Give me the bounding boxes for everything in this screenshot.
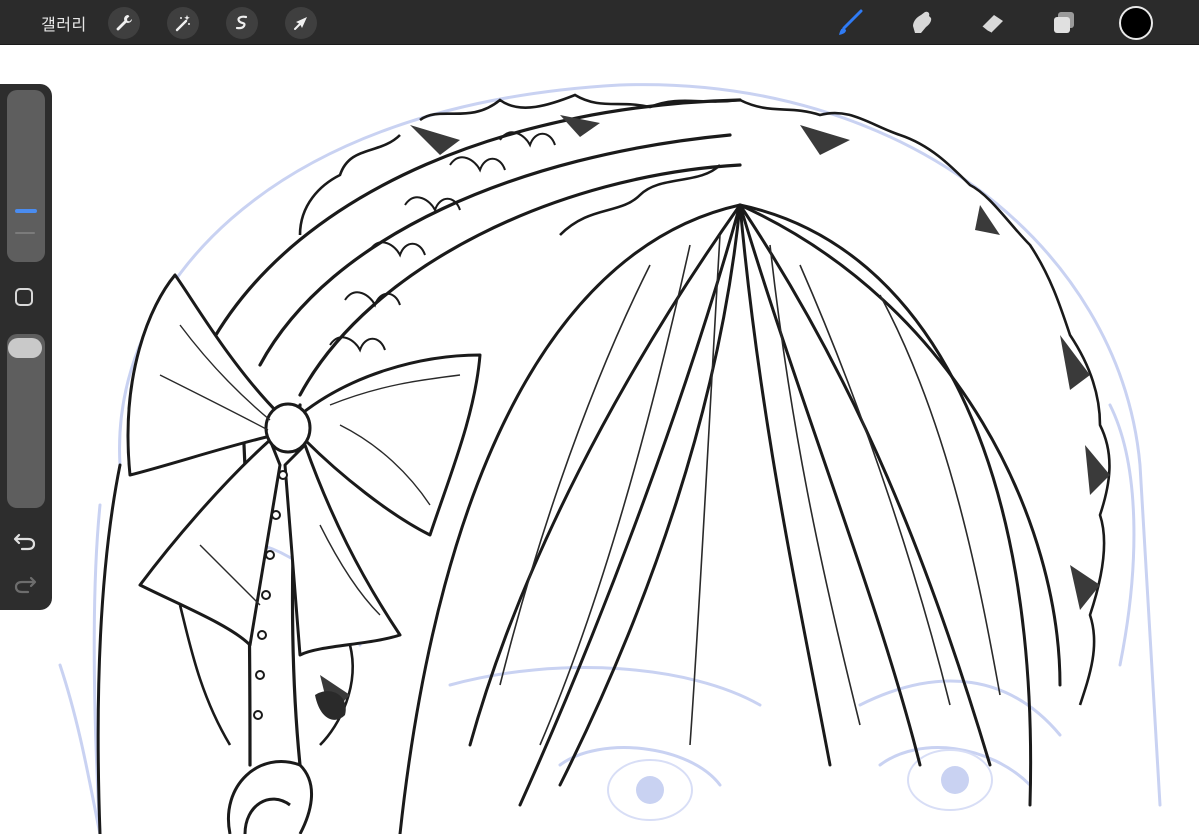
layers-icon	[1054, 12, 1074, 33]
undo-icon	[13, 533, 36, 551]
brush-opacity-slider[interactable]	[7, 334, 45, 508]
redo-icon	[14, 576, 37, 594]
smudge-finger-icon	[913, 11, 932, 33]
eraser-icon	[981, 15, 1003, 34]
cursor-arrow-icon	[294, 17, 307, 30]
layers-button[interactable]	[1047, 6, 1081, 40]
color-picker-button[interactable]	[1119, 6, 1153, 40]
top-toolbar: 갤러리	[0, 0, 1199, 45]
brush-size-slider[interactable]	[7, 90, 45, 262]
undo-button[interactable]	[12, 530, 38, 552]
magic-wand-icon	[175, 15, 190, 32]
wrench-icon	[116, 15, 132, 31]
brush-icon	[839, 9, 863, 35]
modify-button[interactable]	[15, 288, 33, 306]
drawing-canvas[interactable]	[0, 45, 1199, 834]
redo-button[interactable]	[12, 573, 38, 595]
left-sidebar	[0, 84, 52, 610]
brush-opacity-slider-thumb[interactable]	[8, 338, 42, 358]
eraser-tool[interactable]	[976, 6, 1010, 40]
transform-button[interactable]	[285, 7, 317, 39]
brush-tool[interactable]	[833, 6, 867, 40]
brush-size-secondary-mark	[15, 232, 35, 234]
smudge-tool[interactable]	[905, 6, 939, 40]
selection-icon	[235, 15, 248, 30]
selection-button[interactable]	[226, 7, 258, 39]
adjustments-button[interactable]	[167, 7, 199, 39]
gallery-button[interactable]: 갤러리	[41, 11, 87, 35]
artwork-sketch	[58, 83, 1162, 834]
brush-size-slider-thumb[interactable]	[11, 206, 41, 216]
actions-button[interactable]	[108, 7, 140, 39]
